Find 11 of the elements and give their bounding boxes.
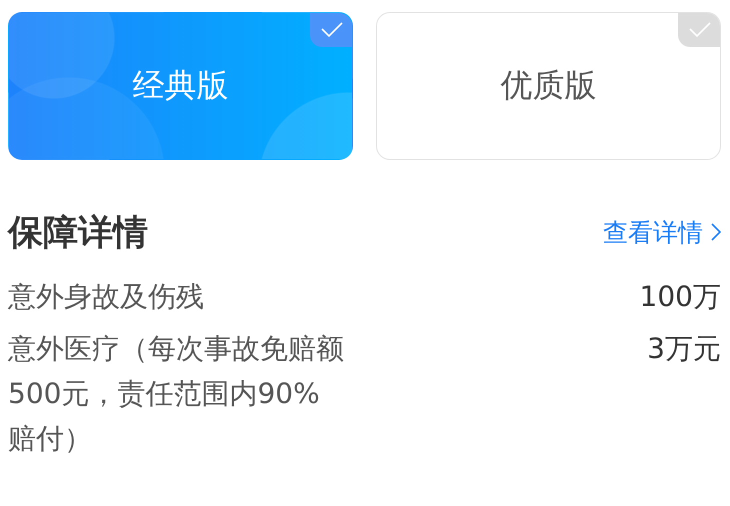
chevron-icon [711, 223, 721, 241]
coverage-name: 意外身故及伤残 [8, 279, 205, 315]
plan-option[interactable]: 经典版 [8, 12, 353, 160]
coverage-amount: 3万元 [647, 331, 721, 367]
coverage-name: 意外医疗（每次事故免赔额500元，责任范围内90%赔付） [8, 331, 344, 457]
section-title: 保障详情 [8, 212, 148, 254]
coverage-amount: 100万 [640, 279, 721, 315]
check-icon [678, 13, 720, 47]
view-details-link[interactable]: 查看详情 [603, 216, 721, 248]
plan-option[interactable]: 优质版 [376, 12, 721, 160]
check-icon [310, 13, 352, 47]
